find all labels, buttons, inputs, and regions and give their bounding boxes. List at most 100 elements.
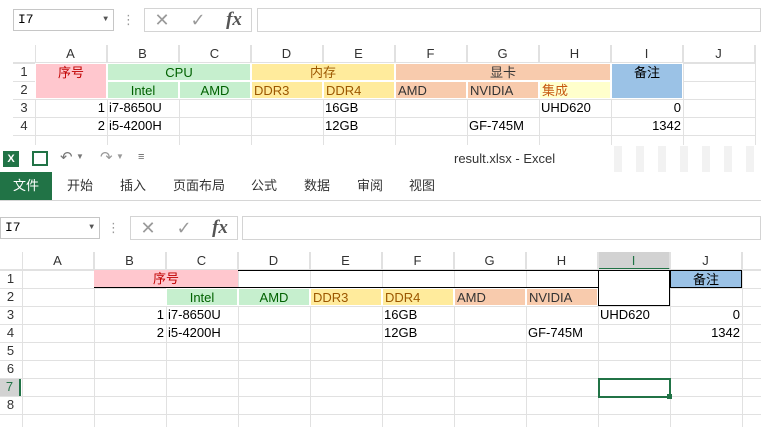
cell-ddr4[interactable]: 16GB	[323, 99, 395, 117]
column-header-A[interactable]: A	[22, 252, 94, 270]
column-header-H[interactable]: H	[526, 252, 598, 270]
confirm-icon[interactable]: ✓	[167, 217, 201, 239]
row-header-3[interactable]: 3	[13, 99, 35, 117]
row-header-8[interactable]: 8	[0, 396, 21, 414]
fill-handle[interactable]	[667, 394, 672, 399]
cell-nvidia[interactable]: GF-745M	[467, 117, 539, 135]
sub-header-gpu-amd[interactable]: AMD	[395, 81, 467, 99]
redo-icon[interactable]: ↷	[100, 148, 113, 166]
insert-function-icon[interactable]: fx	[203, 217, 237, 239]
row-header-4[interactable]: 4	[13, 117, 35, 135]
column-header-F[interactable]: F	[382, 252, 454, 270]
undo-icon[interactable]: ↶	[60, 148, 73, 166]
tab-home[interactable]: 开始	[60, 172, 100, 200]
column-header-J[interactable]: J	[683, 45, 755, 63]
cell-note[interactable]: 1342	[611, 117, 683, 135]
column-header-B[interactable]: B	[107, 45, 179, 63]
cancel-icon[interactable]: ✕	[145, 9, 179, 31]
select-all-corner[interactable]	[0, 252, 22, 270]
row-header-2[interactable]: 2	[13, 81, 35, 99]
sub-header-integrated[interactable]: 集成	[539, 81, 611, 99]
tab-review[interactable]: 审阅	[350, 172, 390, 200]
cell-seq[interactable]: 2	[94, 324, 166, 342]
cell-seq[interactable]: 1	[35, 99, 107, 117]
note-header[interactable]: 备注	[670, 270, 742, 288]
cell-ddr4[interactable]: 12GB	[382, 324, 454, 342]
sub-header-nvidia[interactable]: NVIDIA	[526, 288, 598, 306]
sub-header-nvidia[interactable]: NVIDIA	[467, 81, 539, 99]
row-header-1[interactable]: 1	[13, 63, 35, 81]
gpu-header[interactable]: 显卡	[395, 63, 611, 81]
column-header-C[interactable]: C	[166, 252, 238, 270]
column-header-E[interactable]: E	[310, 252, 382, 270]
tab-file[interactable]: 文件	[0, 172, 52, 200]
redo-dropdown-icon[interactable]: ▼	[116, 152, 124, 161]
column-header-A[interactable]: A	[35, 45, 107, 63]
sub-header-ddr4[interactable]: DDR4	[323, 81, 395, 99]
sub-header-gpu-amd[interactable]: AMD	[454, 288, 526, 306]
column-header-I[interactable]: I	[598, 252, 670, 270]
bottom-name-box[interactable]: I7 ▼	[0, 217, 100, 239]
customize-toolbar-icon[interactable]: ≡	[138, 151, 144, 163]
cell-integrated[interactable]: UHD620	[539, 99, 611, 117]
column-header-H[interactable]: H	[539, 45, 611, 63]
sub-header-amd[interactable]: AMD	[179, 81, 251, 99]
selected-cell[interactable]	[598, 378, 671, 398]
column-header-D[interactable]: D	[251, 45, 323, 63]
insert-function-icon[interactable]: fx	[217, 9, 251, 31]
save-icon[interactable]	[32, 151, 48, 166]
row-header-7[interactable]: 7	[0, 378, 21, 396]
sub-header-amd[interactable]: AMD	[238, 288, 310, 306]
merged-blank-cell[interactable]	[598, 270, 670, 306]
cell-uhd[interactable]: UHD620	[598, 306, 670, 324]
chevron-down-icon[interactable]: ▼	[89, 218, 94, 238]
cell-note[interactable]: 0	[670, 306, 742, 324]
cell-intel[interactable]: i7-8650U	[107, 99, 179, 117]
column-header-J[interactable]: J	[670, 252, 742, 270]
confirm-icon[interactable]: ✓	[181, 9, 215, 31]
tab-formulas[interactable]: 公式	[244, 172, 284, 200]
row-header-5[interactable]: 5	[0, 342, 21, 360]
chevron-down-icon[interactable]: ▼	[103, 10, 108, 30]
tab-data[interactable]: 数据	[297, 172, 337, 200]
column-header-I[interactable]: I	[611, 45, 683, 63]
cpu-header[interactable]: CPU	[107, 63, 251, 81]
column-header-C[interactable]: C	[179, 45, 251, 63]
row-header-3[interactable]: 3	[0, 306, 21, 324]
tab-view[interactable]: 视图	[402, 172, 442, 200]
cell-seq[interactable]: 1	[94, 306, 166, 324]
sub-header-intel[interactable]: Intel	[107, 81, 179, 99]
column-header-D[interactable]: D	[238, 252, 310, 270]
merged-blank-header[interactable]	[238, 270, 598, 288]
cell-intel[interactable]: i7-8650U	[166, 306, 238, 324]
seq-header[interactable]: 序号	[35, 63, 107, 99]
sub-header-ddr4[interactable]: DDR4	[382, 288, 454, 306]
tab-page-layout[interactable]: 页面布局	[166, 172, 232, 200]
select-all-corner[interactable]	[13, 45, 35, 63]
seq-header[interactable]: 序号	[94, 270, 238, 288]
row-header-2[interactable]: 2	[0, 288, 21, 306]
sub-header-ddr3[interactable]: DDR3	[251, 81, 323, 99]
cell-ddr4[interactable]: 16GB	[382, 306, 454, 324]
tab-insert[interactable]: 插入	[113, 172, 153, 200]
bottom-formula-input[interactable]	[242, 216, 761, 240]
cell-intel[interactable]: i5-4200H	[107, 117, 179, 135]
top-formula-input[interactable]	[257, 8, 761, 32]
note-header[interactable]: 备注	[611, 63, 683, 99]
row-header-1[interactable]: 1	[0, 270, 21, 288]
sub-header-intel[interactable]: Intel	[166, 288, 238, 306]
column-header-E[interactable]: E	[323, 45, 395, 63]
column-header-B[interactable]: B	[94, 252, 166, 270]
cell-seq[interactable]: 2	[35, 117, 107, 135]
cell-intel[interactable]: i5-4200H	[166, 324, 238, 342]
cancel-icon[interactable]: ✕	[131, 217, 165, 239]
cell-ddr4[interactable]: 12GB	[323, 117, 395, 135]
row-header-4[interactable]: 4	[0, 324, 21, 342]
row-header-6[interactable]: 6	[0, 360, 21, 378]
column-header-G[interactable]: G	[454, 252, 526, 270]
memory-header[interactable]: 内存	[251, 63, 395, 81]
cell-note[interactable]: 1342	[670, 324, 742, 342]
column-header-G[interactable]: G	[467, 45, 539, 63]
cell-nvidia[interactable]: GF-745M	[526, 324, 598, 342]
undo-dropdown-icon[interactable]: ▼	[76, 152, 84, 161]
